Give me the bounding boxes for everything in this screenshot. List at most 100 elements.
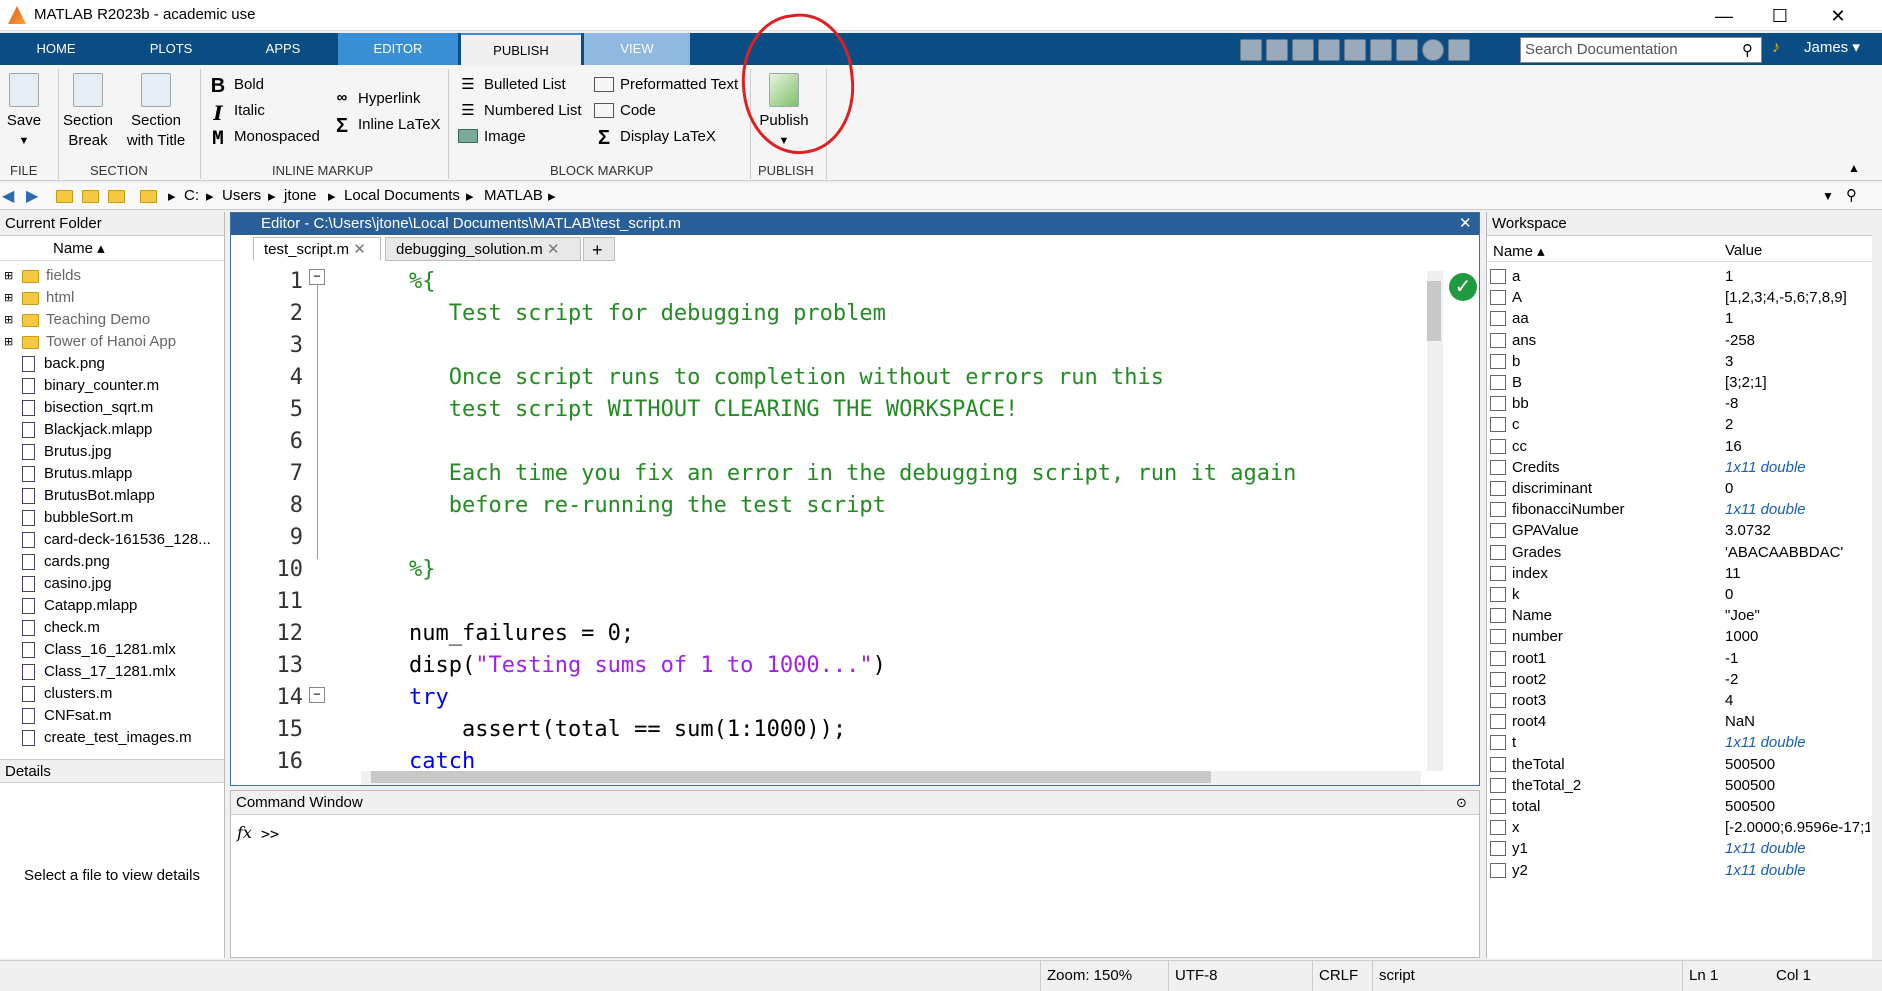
code-line[interactable]: try (409, 685, 449, 710)
column-header-name[interactable]: Name ▴ (0, 236, 224, 261)
maximize-button[interactable]: ☐ (1752, 3, 1808, 29)
breadcrumb-drive[interactable]: C: (184, 187, 199, 204)
workspace-variable-row[interactable]: aa 1 (1487, 308, 1873, 329)
file-item[interactable]: bisection_sqrt.m (0, 397, 224, 419)
search-icon[interactable]: ⚲ (1742, 41, 1753, 59)
workspace-variable-row[interactable]: root3 4 (1487, 690, 1873, 711)
workspace-variable-row[interactable]: k0 (1487, 584, 1873, 605)
tab-test-script[interactable]: test_script.m ✕ (253, 237, 381, 261)
file-item[interactable]: cards.png (0, 551, 224, 573)
file-item[interactable]: back.png (0, 353, 224, 375)
close-tab-icon[interactable]: ✕ (547, 241, 560, 258)
save-icon[interactable] (1240, 39, 1262, 61)
bold-button[interactable]: B Bold (208, 71, 320, 97)
community-icon[interactable] (1448, 39, 1470, 61)
workspace-variable-row[interactable]: fibonacciNumber 1x11 double (1487, 499, 1873, 520)
workspace-variable-row[interactable]: B [3;2;1] (1487, 372, 1873, 393)
tab-view[interactable]: VIEW (584, 33, 690, 65)
workspace-variable-row[interactable]: GPAValue 3.0732 (1487, 520, 1873, 541)
tab-plots[interactable]: PLOTS (112, 33, 230, 65)
workspace-variable-row[interactable]: Name "Joe" (1487, 605, 1873, 626)
folder-item[interactable]: ⊞ Tower of Hanoi App (0, 331, 224, 353)
forward-arrow-icon[interactable]: ▶ (26, 186, 38, 206)
editor-close-icon[interactable]: ✕ (1459, 214, 1472, 232)
code-line[interactable]: %{ (409, 269, 436, 294)
function-browser-icon[interactable]: fx (237, 823, 252, 842)
file-item[interactable]: BrutusBot.mlapp (0, 485, 224, 507)
code-analyzer-ok-icon[interactable]: ✓ (1449, 273, 1477, 301)
help-icon[interactable] (1422, 39, 1444, 61)
breadcrumb-users[interactable]: Users (222, 187, 261, 204)
vertical-scrollbar[interactable] (1427, 271, 1443, 771)
switch-windows-icon[interactable] (1396, 39, 1418, 61)
workspace-variable-row[interactable]: x [-2.0000;6.9596e-17;1... (1487, 817, 1873, 838)
workspace-variable-row[interactable]: root4 NaN (1487, 711, 1873, 732)
undo-icon[interactable] (1344, 39, 1366, 61)
close-tab-icon[interactable]: ✕ (353, 241, 366, 258)
tab-apps[interactable]: APPS (230, 33, 336, 65)
inline-latex-button[interactable]: Σ Inline LaTeX (332, 111, 441, 137)
copy-icon[interactable] (1292, 39, 1314, 61)
code-line[interactable]: Test script for debugging problem (409, 301, 886, 326)
collapse-toolstrip-icon[interactable]: ▲ (1848, 161, 1860, 175)
tab-debugging-solution[interactable]: debugging_solution.m ✕ (385, 237, 581, 261)
workspace-variable-row[interactable]: a1 (1487, 266, 1873, 287)
minimize-button[interactable]: — (1696, 3, 1752, 29)
tab-home[interactable]: HOME (0, 33, 112, 65)
up-folder-icon[interactable] (56, 190, 73, 203)
file-item[interactable]: bubbleSort.m (0, 507, 224, 529)
new-tab-button[interactable]: + (583, 237, 615, 261)
workspace-variable-row[interactable]: index 11 (1487, 563, 1873, 584)
workspace-variable-row[interactable]: c2 (1487, 414, 1873, 435)
search-documentation-input[interactable]: Search Documentation (1520, 37, 1762, 63)
workspace-variable-row[interactable]: y1 1x11 double (1487, 838, 1873, 859)
folder-item[interactable]: ⊞ Teaching Demo (0, 309, 224, 331)
file-item[interactable]: binary_counter.m (0, 375, 224, 397)
column-header-value[interactable]: Value (1725, 242, 1762, 259)
column-header-name[interactable]: Name ▴ (1493, 242, 1545, 260)
workspace-variable-row[interactable]: b3 (1487, 351, 1873, 372)
file-item[interactable]: create_test_images.m (0, 727, 224, 749)
file-item[interactable]: Catapp.mlapp (0, 595, 224, 617)
preformatted-text-button[interactable]: Preformatted Text (594, 71, 738, 97)
bulleted-list-button[interactable]: ☰ Bulleted List (458, 71, 582, 97)
code-area[interactable]: 1 %{2 Test script for debugging problem 3 4… (231, 265, 1421, 773)
cut-icon[interactable] (1266, 39, 1288, 61)
section-with-title-button[interactable]: Section with Title (122, 73, 190, 151)
workspace-variable-row[interactable]: ans -258 (1487, 330, 1873, 351)
horizontal-scrollbar[interactable] (361, 771, 1421, 785)
hyperlink-button[interactable]: ∞ Hyperlink (332, 85, 441, 111)
section-break-button[interactable]: Section Break (60, 73, 116, 151)
image-button[interactable]: Image (458, 123, 582, 149)
file-item[interactable]: Class_16_1281.mlx (0, 639, 224, 661)
code-line[interactable]: %} (409, 557, 436, 582)
italic-button[interactable]: I Italic (208, 97, 320, 125)
tab-editor[interactable]: EDITOR (338, 33, 458, 65)
notification-bell-icon[interactable]: ♪ (1772, 39, 1780, 57)
breadcrumb-matlab[interactable]: MATLAB (484, 187, 543, 204)
workspace-variable-row[interactable]: total 500500 (1487, 796, 1873, 817)
close-button[interactable]: ✕ (1810, 3, 1866, 29)
parent-folder-icon[interactable] (108, 190, 125, 203)
workspace-variable-row[interactable]: bb -8 (1487, 393, 1873, 414)
file-item[interactable]: Brutus.jpg (0, 441, 224, 463)
workspace-variable-row[interactable]: y2 1x11 double (1487, 860, 1873, 881)
code-line[interactable]: before re-running the test script (409, 493, 886, 518)
code-line[interactable]: num_failures = 0; (409, 621, 634, 646)
numbered-list-button[interactable]: ☰ Numbered List (458, 97, 581, 123)
workspace-variable-row[interactable]: A [1,2,3;4,-5,6;7,8,9] (1487, 287, 1873, 308)
file-item[interactable]: card-deck-161536_128... (0, 529, 224, 551)
user-account-menu[interactable]: James ▾ (1804, 38, 1860, 56)
workspace-variable-row[interactable]: cc 16 (1487, 436, 1873, 457)
code-line[interactable]: disp("Testing sums of 1 to 1000...") (409, 653, 886, 678)
workspace-variable-row[interactable]: root2 -2 (1487, 669, 1873, 690)
code-line[interactable]: Each time you fix an error in the debugg… (409, 461, 1297, 486)
browse-folder-icon[interactable] (82, 190, 99, 203)
save-button[interactable]: Save ▼ (6, 73, 42, 151)
search-folder-icon[interactable]: ⚲ (1846, 186, 1857, 204)
panel-actions-icon[interactable]: ⊙ (1456, 795, 1467, 811)
monospaced-button[interactable]: M Monospaced (208, 123, 320, 149)
workspace-variable-row[interactable]: root1 -1 (1487, 648, 1873, 669)
redo-icon[interactable] (1370, 39, 1392, 61)
folder-item[interactable]: ⊞ html (0, 287, 224, 309)
